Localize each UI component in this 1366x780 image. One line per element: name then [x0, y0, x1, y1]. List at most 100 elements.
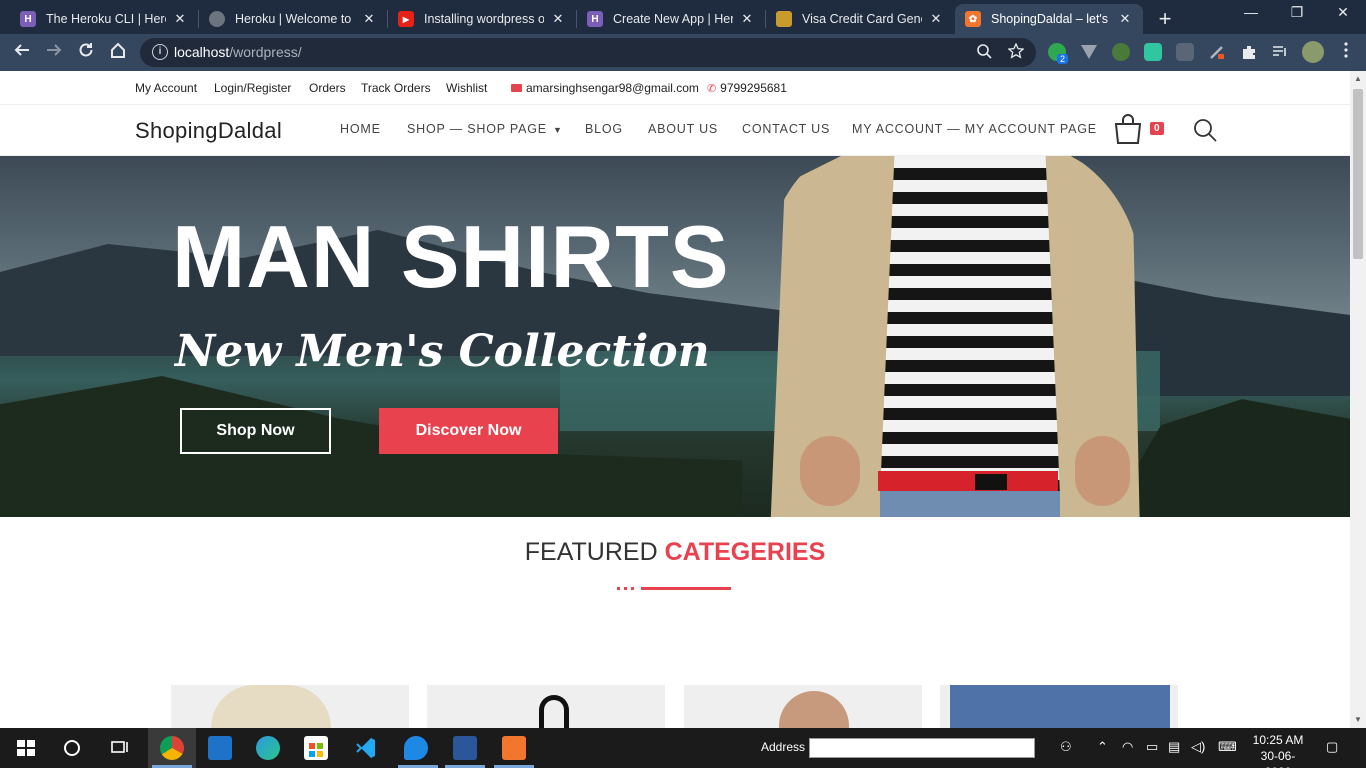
browser-tab[interactable]: ▶ Installing wordpress on ✕ [388, 4, 576, 34]
star-icon[interactable] [1007, 42, 1025, 63]
menu-button[interactable] [1334, 41, 1358, 65]
people-icon[interactable]: ⚇ [1060, 739, 1072, 755]
home-button[interactable] [106, 41, 130, 65]
battery-icon[interactable]: ▭ [1146, 739, 1158, 755]
extension-badge: 2 [1057, 54, 1069, 64]
vscode-icon[interactable] [354, 736, 378, 760]
kebab-menu-icon [1344, 42, 1348, 58]
nav-shop[interactable]: SHOP — SHOP PAGE ▼ [407, 122, 563, 136]
site-logo[interactable]: ShopingDaldal [135, 118, 282, 144]
model-striped-shirt [880, 156, 1060, 496]
browser-tab[interactable]: H Create New App | Herol ✕ [577, 4, 765, 34]
defender-icon[interactable] [404, 736, 428, 760]
contact-email[interactable]: amarsinghsengar98@gmail.com [526, 81, 699, 95]
chrome-icon[interactable] [160, 736, 184, 760]
info-icon[interactable]: i [152, 44, 168, 60]
search-circle-icon[interactable] [60, 736, 84, 760]
nav-home[interactable]: HOME [340, 122, 381, 136]
browser-tab[interactable]: H The Heroku CLI | Herok ✕ [10, 4, 198, 34]
forward-button[interactable] [42, 41, 66, 65]
keyboard-icon[interactable]: ⌨ [1218, 739, 1237, 755]
scroll-up-arrow[interactable]: ▲ [1350, 71, 1366, 87]
browser-toolbar: i localhost/wordpress/ 2 [0, 34, 1366, 71]
tab-title: Visa Credit Card Genera [802, 12, 922, 26]
envelope-icon [511, 84, 522, 92]
reload-button[interactable] [74, 41, 98, 65]
my-account-link[interactable]: My Account [135, 81, 197, 95]
shopping-bag-icon[interactable] [1113, 113, 1143, 145]
minimize-button[interactable]: — [1228, 4, 1274, 20]
tool-icon[interactable] [1208, 43, 1226, 61]
divider-dot [617, 587, 620, 590]
nav-about-us[interactable]: ABOUT US [648, 122, 718, 136]
wifi-icon[interactable]: ◠ [1122, 739, 1133, 755]
close-icon[interactable]: ✕ [739, 11, 755, 27]
category-image-jeans [950, 685, 1170, 728]
address-toolbar-input[interactable] [809, 738, 1035, 758]
category-card[interactable] [427, 685, 665, 728]
new-tab-button[interactable]: + [1153, 6, 1177, 32]
profile-avatar[interactable] [1302, 41, 1324, 63]
windows-start-icon[interactable] [14, 736, 38, 760]
nav-contact-us[interactable]: CONTACT US [742, 122, 830, 136]
tab-title: The Heroku CLI | Herok [46, 12, 166, 26]
chevron-up-icon[interactable]: ⌃ [1097, 739, 1108, 755]
close-icon[interactable]: ✕ [1117, 11, 1133, 27]
close-icon[interactable]: ✕ [550, 11, 566, 27]
scroll-thumb[interactable] [1353, 89, 1363, 259]
word-icon[interactable] [453, 736, 477, 760]
reload-icon [79, 43, 93, 57]
wishlist-link[interactable]: Wishlist [446, 81, 487, 95]
divider-dot [624, 587, 627, 590]
contact-info: amarsinghsengar98@gmail.com ✆ 9799295681 [511, 81, 787, 95]
window-close-button[interactable]: ✕ [1320, 4, 1366, 21]
system-clock[interactable]: 10:25 AM 30-06-2020 [1248, 732, 1308, 780]
divider-line [641, 587, 731, 590]
browser-tab-active[interactable]: ✿ ShopingDaldal – let's go ✕ [955, 4, 1143, 34]
address-bar[interactable]: i localhost/wordpress/ [140, 38, 1036, 67]
mail-icon[interactable] [208, 736, 232, 760]
category-image-cap [211, 685, 331, 728]
hero-title: MAN SHIRTS [172, 207, 730, 306]
zoom-icon[interactable] [976, 43, 992, 63]
heroku-icon: H [20, 11, 36, 27]
edge-icon[interactable] [256, 736, 280, 760]
tab-title: Create New App | Herol [613, 12, 733, 26]
browser-tab[interactable]: Heroku | Welcome to yo ✕ [199, 4, 387, 34]
extension-icon[interactable] [1176, 43, 1194, 61]
nav-shop-label: SHOP — SHOP PAGE [407, 122, 547, 136]
vue-devtools-icon[interactable] [1080, 43, 1098, 61]
page-scrollbar[interactable]: ▲ ▼ [1350, 71, 1366, 728]
nav-my-account[interactable]: MY ACCOUNT — MY ACCOUNT PAGE [852, 122, 1097, 136]
category-card[interactable] [684, 685, 922, 728]
extension-icon[interactable] [1112, 43, 1130, 61]
task-view-icon[interactable] [108, 736, 132, 760]
maximize-button[interactable]: ❐ [1274, 4, 1320, 21]
network-icon[interactable]: ▤ [1168, 739, 1180, 755]
browser-tab[interactable]: Visa Credit Card Genera ✕ [766, 4, 954, 34]
volume-icon[interactable]: ◁) [1191, 739, 1205, 755]
hero-subtitle: New Men's Collection [175, 326, 710, 377]
contact-phone[interactable]: 9799295681 [720, 81, 787, 95]
extension-icon[interactable] [1144, 43, 1162, 61]
shop-now-button[interactable]: Shop Now [180, 408, 331, 454]
search-icon[interactable] [1192, 117, 1218, 143]
nav-blog[interactable]: BLOG [585, 122, 623, 136]
login-register-link[interactable]: Login/Register [214, 81, 291, 95]
url-path: /wordpress/ [229, 44, 302, 60]
discover-now-button[interactable]: Discover Now [379, 408, 558, 454]
back-button[interactable] [10, 41, 34, 65]
store-icon[interactable] [304, 736, 328, 760]
track-orders-link[interactable]: Track Orders [361, 81, 431, 95]
xampp-icon[interactable] [502, 736, 526, 760]
notifications-icon[interactable]: ▢ [1326, 739, 1338, 755]
category-card[interactable] [171, 685, 409, 728]
close-icon[interactable]: ✕ [361, 11, 377, 27]
close-icon[interactable]: ✕ [928, 11, 944, 27]
media-icon[interactable] [1271, 43, 1289, 61]
scroll-down-arrow[interactable]: ▼ [1350, 712, 1366, 728]
orders-link[interactable]: Orders [309, 81, 346, 95]
puzzle-icon[interactable] [1240, 43, 1258, 61]
close-icon[interactable]: ✕ [172, 11, 188, 27]
category-card[interactable] [940, 685, 1178, 728]
